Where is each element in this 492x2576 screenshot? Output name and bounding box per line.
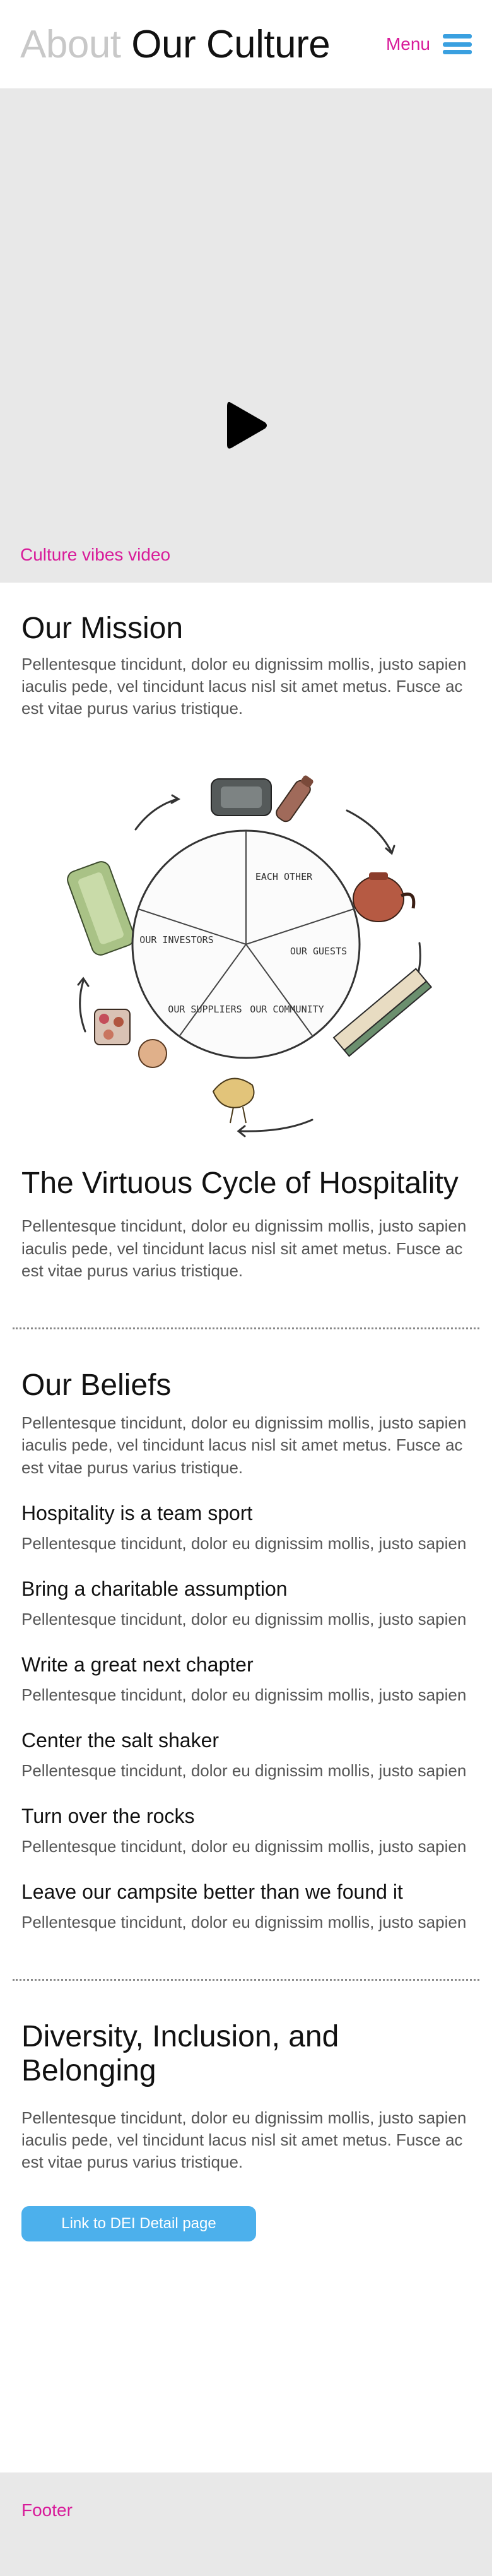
page: About Our Culture Menu Culture vibes vid…: [0, 0, 492, 2576]
page-title-prefix: About: [20, 22, 121, 66]
belief-item: Leave our campsite better than we found …: [21, 1880, 471, 1933]
segment-our-guests: OUR GUESTS: [290, 946, 347, 957]
mission-body: Pellentesque tincidunt, dolor eu digniss…: [21, 654, 467, 718]
site-header: About Our Culture Menu: [0, 0, 492, 88]
video-caption: Culture vibes video: [20, 545, 171, 564]
belief-item: Center the salt shaker Pellentesque tinc…: [21, 1729, 471, 1782]
belief-body: Pellentesque tincidunt, dolor eu digniss…: [21, 1913, 467, 1932]
shaker-illustration: [276, 775, 313, 822]
beliefs-body: Pellentesque tincidunt, dolor eu digniss…: [21, 1413, 467, 1477]
dei-detail-link-button[interactable]: Link to DEI Detail page: [21, 2205, 256, 2241]
mission-section: Our Mission Pellentesque tincidunt, dolo…: [0, 583, 492, 720]
belief-title: Center the salt shaker: [21, 1728, 220, 1752]
belief-body: Pellentesque tincidunt, dolor eu digniss…: [21, 1837, 467, 1856]
segment-our-community: OUR COMMUNITY: [250, 1004, 324, 1015]
page-title: About Our Culture: [20, 22, 331, 67]
belief-item: Turn over the rocks Pellentesque tincidu…: [21, 1805, 471, 1858]
virtuous-cycle-section: The Virtuous Cycle of Hospitality Pellen…: [0, 1165, 492, 1282]
belief-body: Pellentesque tincidunt, dolor eu digniss…: [21, 1533, 467, 1553]
belief-item: Write a great next chapter Pellentesque …: [21, 1653, 471, 1706]
belief-item: Bring a charitable assumption Pellentesq…: [21, 1577, 471, 1630]
virtuous-heading: The Virtuous Cycle of Hospitality: [21, 1166, 459, 1200]
segment-each-other: EACH OTHER: [255, 871, 313, 882]
virtuous-body: Pellentesque tincidunt, dolor eu digniss…: [21, 1216, 467, 1280]
segment-our-suppliers: OUR SUPPLIERS: [168, 1004, 242, 1015]
belief-body: Pellentesque tincidunt, dolor eu digniss…: [21, 1609, 467, 1629]
dei-body: Pellentesque tincidunt, dolor eu digniss…: [21, 2108, 467, 2171]
beliefs-heading: Our Beliefs: [21, 1368, 172, 1402]
belief-item: Hospitality is a team sport Pellentesque…: [21, 1502, 471, 1555]
menu-label: Menu: [385, 34, 430, 54]
bird-illustration: [212, 1077, 255, 1124]
belief-title: Write a great next chapter: [21, 1653, 254, 1676]
belief-title: Turn over the rocks: [21, 1805, 195, 1827]
green-chair-illustration: [67, 861, 135, 956]
chair-illustration: [211, 778, 272, 816]
belief-title: Leave our campsite better than we found …: [21, 1880, 403, 1904]
cycle-illustration: EACH OTHER OUR GUESTS OUR COMMUNITY OUR …: [67, 775, 433, 1137]
dei-section: Diversity, Inclusion, and Belonging Pell…: [0, 1981, 492, 2241]
belief-body: Pellentesque tincidunt, dolor eu digniss…: [21, 1685, 467, 1704]
segment-our-investors: OUR INVESTORS: [139, 934, 213, 946]
page-title-main: Our Culture: [131, 22, 331, 66]
belief-title: Hospitality is a team sport: [21, 1501, 253, 1524]
footer-label[interactable]: Footer: [21, 2500, 73, 2520]
belief-title: Bring a charitable assumption: [21, 1577, 288, 1600]
hamburger-menu-icon: [443, 34, 472, 54]
virtuous-cycle-diagram: EACH OTHER OUR GUESTS OUR COMMUNITY OUR …: [50, 754, 442, 1145]
site-footer: Footer: [0, 2472, 492, 2576]
play-icon[interactable]: [225, 400, 269, 451]
beliefs-section: Our Beliefs Pellentesque tincidunt, dolo…: [0, 1329, 492, 1933]
belief-body: Pellentesque tincidunt, dolor eu digniss…: [21, 1760, 467, 1780]
menu-button[interactable]: Menu: [386, 34, 472, 54]
culture-video[interactable]: Culture vibes video: [0, 88, 492, 583]
plate-illustration: [94, 1008, 167, 1068]
mission-heading: Our Mission: [21, 612, 184, 645]
teapot-illustration: [353, 872, 416, 922]
dei-heading: Diversity, Inclusion, and Belonging: [21, 2020, 339, 2087]
